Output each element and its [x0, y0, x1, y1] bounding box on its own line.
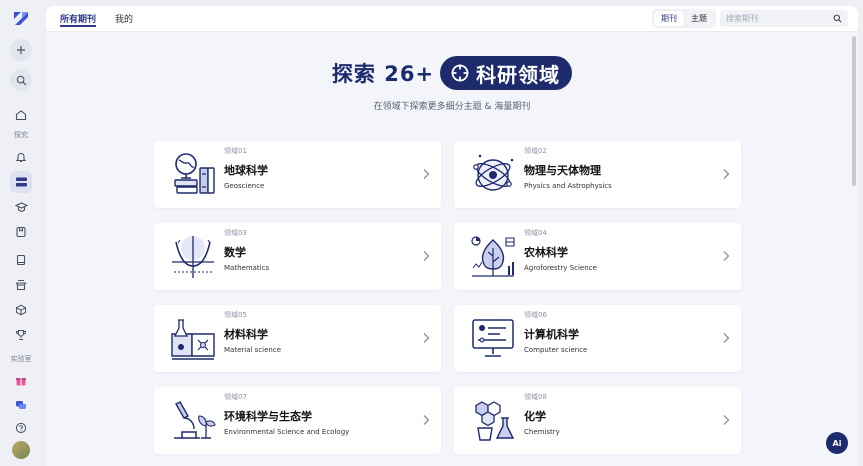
field-card-body: 领域08 化学 Chemistry: [524, 393, 741, 436]
field-card-chemistry[interactable]: 领域08 化学 Chemistry: [454, 387, 741, 454]
cube-icon[interactable]: [10, 299, 32, 321]
chevron-right-icon[interactable]: [721, 168, 731, 180]
field-title: 计算机科学: [524, 327, 579, 341]
bookmark-icon[interactable]: [10, 221, 32, 243]
field-card-environmental-science[interactable]: 领域07 环境科学与生态学 Environmental Science and …: [154, 387, 441, 454]
home-icon[interactable]: [10, 104, 32, 126]
field-title-en: Environmental Science and Ecology: [224, 427, 350, 436]
field-title: 环境科学与生态学: [224, 409, 312, 423]
field-card-material-science[interactable]: 领域05 材料科学 Material science: [154, 305, 441, 372]
field-card-mathematics[interactable]: 领域03 数学 Mathematics: [154, 223, 441, 290]
field-card-body: 领域02 物理与天体物理 Physics and Astrophysics: [524, 147, 741, 190]
field-tag: 领域03: [224, 228, 247, 237]
field-title-en: Chemistry: [524, 427, 560, 436]
chevron-right-icon[interactable]: [721, 250, 731, 262]
search-input[interactable]: [726, 14, 833, 23]
molecule-flask-icon: [475, 400, 515, 441]
field-card-geoscience[interactable]: 领域01 地球科学 Geoscience: [154, 141, 441, 208]
field-tag: 领域02: [524, 146, 547, 155]
main-panel: 所有期刊 我的 期刊 主题 探索 26+ 科研领域: [46, 6, 858, 466]
field-title-en: Mathematics: [224, 263, 270, 272]
chevron-right-icon[interactable]: [721, 414, 731, 426]
trophy-icon[interactable]: [10, 324, 32, 346]
field-card-body: 领域07 环境科学与生态学 Environmental Science and …: [224, 393, 441, 436]
sidebar-section-lab: 实验室: [10, 355, 32, 363]
field-grid: 领域01 地球科学 Geoscience 领域02 物理与天体物理 Physic…: [154, 141, 742, 454]
sidebar-section-explore: 探究: [14, 131, 28, 139]
crosshair-icon: [451, 64, 469, 82]
field-title-en: Material science: [224, 345, 282, 354]
hero: 探索 26+ 科研领域 在领域下探索更多细分主题 & 海量期刊: [46, 56, 858, 112]
search-submit-icon[interactable]: [833, 14, 842, 23]
search-mode-topic[interactable]: 主题: [684, 11, 714, 26]
field-card-agroforestry[interactable]: 领域04 农林科学 Agroforestry Science: [454, 223, 741, 290]
field-title-en: Agroforestry Science: [524, 263, 597, 272]
avatar[interactable]: [12, 441, 30, 459]
add-icon[interactable]: [10, 39, 32, 61]
ai-assistant-button[interactable]: Ai: [826, 432, 848, 454]
field-title: 地球科学: [224, 163, 268, 177]
graduation-icon[interactable]: [10, 196, 32, 218]
field-tag: 领域07: [224, 392, 247, 401]
search-box: [720, 10, 848, 27]
chevron-right-icon[interactable]: [421, 414, 431, 426]
sidebar: 探究 实验室: [0, 0, 42, 466]
top-bar: 所有期刊 我的 期刊 主题: [46, 6, 858, 32]
chevron-right-icon[interactable]: [421, 250, 431, 262]
search-mode-journal[interactable]: 期刊: [654, 11, 684, 26]
atom-icon: [473, 154, 514, 191]
field-card-body: 领域05 材料科学 Material science: [224, 311, 441, 354]
book-icon[interactable]: [10, 249, 32, 271]
lab-book-icon: [171, 318, 215, 360]
field-card-body: 领域01 地球科学 Geoscience: [224, 147, 441, 190]
field-title: 材料科学: [224, 327, 268, 341]
help-icon[interactable]: [10, 417, 32, 439]
field-card-physics[interactable]: 领域02 物理与天体物理 Physics and Astrophysics: [454, 141, 741, 208]
bell-icon[interactable]: [10, 146, 32, 168]
chevron-right-icon[interactable]: [421, 168, 431, 180]
field-title-en: Geoscience: [224, 181, 265, 190]
field-tag: 领域08: [524, 392, 547, 401]
hero-pill-label: 科研领域: [476, 62, 561, 87]
leaf-icon: [471, 235, 515, 277]
scrollbar[interactable]: [852, 36, 856, 186]
chevron-right-icon[interactable]: [421, 332, 431, 344]
field-title: 化学: [524, 409, 546, 423]
tab-all-journals[interactable]: 所有期刊: [60, 6, 97, 32]
hero-heading: 探索 26+ 科研领域: [331, 56, 573, 90]
field-tag: 领域05: [224, 310, 247, 319]
field-title-en: Computer science: [524, 345, 588, 354]
field-title: 物理与天体物理: [524, 163, 601, 177]
graph-curve-icon: [172, 235, 214, 278]
search-mode-toggle: 期刊 主题: [652, 9, 716, 28]
chat-icon[interactable]: [10, 394, 32, 416]
field-card-body: 领域06 计算机科学 Computer science: [524, 311, 741, 354]
field-tag: 领域04: [524, 228, 547, 237]
field-tag: 领域01: [224, 146, 247, 155]
field-title: 数学: [224, 245, 246, 259]
globe-books-icon: [174, 152, 215, 194]
computer-icon: [472, 318, 514, 357]
field-card-computer-science[interactable]: 领域06 计算机科学 Computer science: [454, 305, 741, 372]
search-icon[interactable]: [10, 69, 32, 91]
field-card-body: 领域04 农林科学 Agroforestry Science: [524, 229, 741, 272]
gift-icon[interactable]: [10, 370, 32, 392]
hero-prefix: 探索 26+: [331, 62, 435, 86]
logo-icon[interactable]: [12, 9, 30, 27]
store-icon[interactable]: [10, 274, 32, 296]
hero-pill: 科研领域: [440, 56, 573, 90]
microscope-plant-icon: [174, 400, 216, 439]
field-title-en: Physics and Astrophysics: [524, 181, 612, 190]
field-card-body: 领域03 数学 Mathematics: [224, 229, 441, 272]
journals-icon[interactable]: [10, 171, 32, 193]
hero-subtitle: 在领域下探索更多细分主题 & 海量期刊: [373, 102, 531, 112]
field-title: 农林科学: [524, 245, 568, 259]
tab-mine[interactable]: 我的: [115, 6, 133, 32]
app-root: 探究 实验室 所有期刊 我的 期刊 主题 搜索期刊 探索 26+ 科研领域 在领…: [0, 0, 863, 466]
chevron-right-icon[interactable]: [721, 332, 731, 344]
field-tag: 领域06: [524, 310, 547, 319]
